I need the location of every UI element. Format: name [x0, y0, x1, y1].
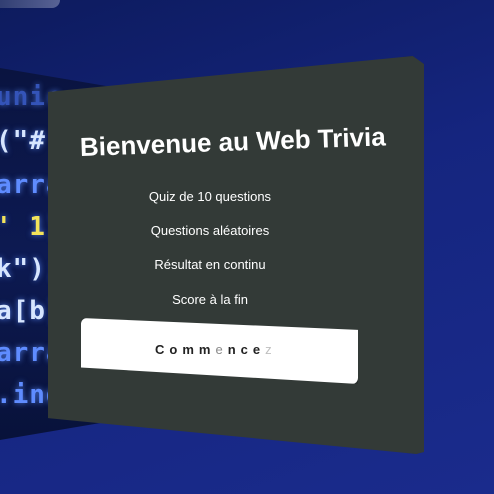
- feature-item: Questions aléatoires: [150, 223, 270, 238]
- welcome-card: [48, 56, 424, 454]
- start-label-main: Comm: [155, 342, 216, 357]
- corner-decoration: [0, 0, 60, 8]
- start-label-fade: z: [265, 342, 277, 357]
- start-button-label[interactable]: Commencez: [155, 342, 277, 357]
- feature-item: Résultat en continu: [154, 257, 266, 272]
- feature-item: Quiz de 10 questions: [148, 189, 272, 204]
- start-label-mid: e: [215, 342, 228, 357]
- code-line: ("#: [0, 126, 46, 156]
- start-label-end: nce: [227, 342, 266, 357]
- feature-item: Score à la fin: [172, 292, 248, 307]
- app-stage: unic ("# arra ' 1) k"); a[b] arra .ind B…: [0, 0, 494, 494]
